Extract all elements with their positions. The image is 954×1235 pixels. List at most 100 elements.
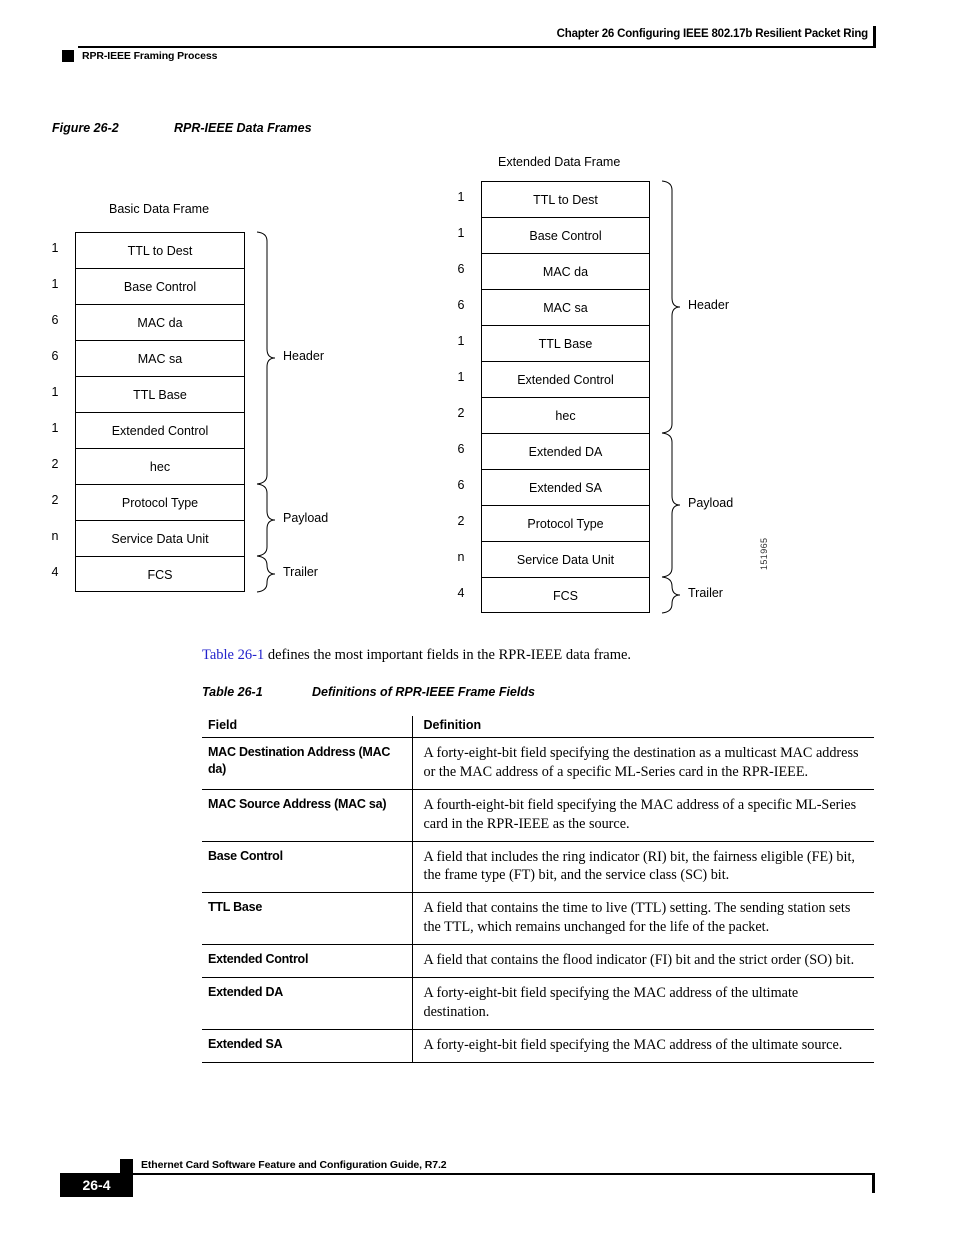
- page-number-badge: 26-4: [60, 1173, 133, 1197]
- frame-field-label: MAC sa: [137, 351, 183, 366]
- frame-field-row: Base Control: [482, 218, 649, 254]
- frame-field-size: 1: [51, 421, 59, 435]
- frame-field-size: 2: [457, 514, 465, 528]
- frame-field-label: TTL Base: [133, 387, 187, 402]
- frame-group-label: Header: [688, 298, 729, 312]
- frame-field-row: Service Data Unit: [482, 542, 649, 578]
- frame-field-row: TTL Base: [76, 377, 244, 413]
- table-cell-field: Extended DA: [202, 977, 412, 1030]
- frame-field-size: 4: [51, 565, 59, 579]
- table-cell-definition: A field that contains the time to live (…: [411, 892, 874, 945]
- basic-frame-box: TTL to Dest Base Control MAC da MAC sa TTL B…: [75, 232, 245, 592]
- footer-rule-end-tick: [872, 1173, 875, 1193]
- figure-id-number: 151965: [759, 537, 769, 570]
- table-cell-definition: A forty-eight-bit field specifying the M…: [411, 1029, 874, 1063]
- table-row: TTL Base A field that contains the time t…: [202, 892, 874, 945]
- column-header-field: Field: [202, 716, 412, 738]
- table-row: Extended DA A forty-eight-bit field speci…: [202, 977, 874, 1030]
- frame-field-row: MAC da: [76, 305, 244, 341]
- frame-field-row: Extended SA: [482, 470, 649, 506]
- table-row: Base Control A field that includes the ri…: [202, 841, 874, 894]
- frame-field-size: 6: [457, 478, 465, 492]
- frame-field-size: 1: [51, 277, 59, 291]
- table-caption: Table 26-1 Definitions of RPR-IEEE Frame …: [202, 685, 535, 699]
- table-cell-definition: A field that includes the ring indicator…: [411, 841, 874, 894]
- intro-sentence: Table 26-1 defines the most important fi…: [202, 647, 631, 664]
- frame-field-label: TTL to Dest: [127, 243, 193, 258]
- table-cell-field: MAC Source Address (MAC sa): [202, 789, 412, 842]
- frame-field-size: 1: [457, 334, 465, 348]
- table-cell-definition: A forty-eight-bit field specifying the M…: [411, 977, 874, 1030]
- group-brace-icon: [661, 180, 681, 434]
- group-brace-icon: [256, 231, 276, 485]
- frame-field-row: TTL to Dest: [76, 233, 244, 269]
- frame-field-row: MAC sa: [76, 341, 244, 377]
- frame-field-label: FCS: [147, 568, 173, 582]
- frame-field-row: Extended Control: [76, 413, 244, 449]
- group-brace-icon: [256, 555, 276, 593]
- frame-field-row: TTL Base: [482, 326, 649, 362]
- frame-field-row: Base Control: [76, 269, 244, 305]
- frame-field-row: Extended DA: [482, 434, 649, 470]
- table-row: MAC Destination Address (MAC da) A forty-…: [202, 737, 874, 790]
- frame-group-label: Payload: [283, 511, 329, 525]
- frame-field-row: MAC da: [482, 254, 649, 290]
- frame-field-size: 2: [51, 457, 59, 471]
- frame-field-label: TTL to Dest: [533, 192, 598, 207]
- table-row: Extended SA A forty-eight-bit field speci…: [202, 1029, 874, 1063]
- page-footer: Ethernet Card Software Feature and Confi…: [0, 1148, 954, 1208]
- frame-field-row: hec: [76, 449, 244, 485]
- frame-group-label: Header: [283, 349, 324, 363]
- group-brace-icon: [661, 432, 681, 578]
- frame-field-label: hec: [555, 408, 576, 423]
- frame-field-row: Service Data Unit: [76, 521, 244, 557]
- table-header-row: Field Definition: [202, 716, 874, 738]
- table-cell-definition: A field that contains the flood indicato…: [411, 944, 874, 978]
- table-cell-field: Extended Control: [202, 944, 412, 978]
- frame-field-row: Protocol Type: [482, 506, 649, 542]
- footer-marker-square: [120, 1159, 133, 1173]
- frame-field-row: MAC sa: [482, 290, 649, 326]
- frame-field-label: Extended SA: [529, 480, 602, 495]
- table-row: Extended Control A field that contains th…: [202, 944, 874, 978]
- frame-field-label: hec: [149, 459, 171, 474]
- frame-field-size: 6: [51, 313, 59, 327]
- group-brace-icon: [661, 576, 681, 614]
- frame-field-size: 1: [457, 226, 465, 240]
- frame-field-label: MAC sa: [543, 300, 588, 315]
- group-brace-icon: [256, 483, 276, 557]
- table-body: MAC Destination Address (MAC da) A forty-…: [202, 737, 874, 1063]
- frame-field-label: TTL Base: [538, 336, 593, 351]
- frame-field-label: Service Data Unit: [516, 552, 615, 567]
- frame-field-label: MAC da: [542, 264, 589, 279]
- table-caption-title: Definitions of RPR-IEEE Frame Fields: [312, 685, 535, 699]
- footer-rule: [78, 1173, 875, 1175]
- frame-field-label: Base Control: [123, 279, 197, 294]
- table-row: MAC Source Address (MAC sa) A fourth-eigh…: [202, 789, 874, 842]
- frame-field-size: 6: [457, 262, 465, 276]
- frame-field-size: n: [51, 529, 59, 543]
- table-cell-definition: A forty-eight-bit field specifying the d…: [411, 737, 874, 790]
- intro-sentence-rest: defines the most important fields in the…: [264, 647, 632, 663]
- column-header-definition: Definition: [411, 716, 874, 738]
- table-cross-reference-link[interactable]: Table 26-1: [202, 647, 264, 663]
- footer-guide-title: Ethernet Card Software Feature and Confi…: [141, 1159, 447, 1171]
- extended-frame-title: Extended Data Frame: [498, 155, 621, 169]
- frame-field-size: 6: [51, 349, 59, 363]
- figure-rpr-ieee-data-frames: Basic Data Frame TTL to Dest Base Control…: [0, 0, 954, 640]
- frame-field-label: Base Control: [529, 228, 602, 243]
- frame-field-size: 4: [457, 586, 465, 600]
- frame-field-size: 1: [51, 241, 59, 255]
- frame-field-row: hec: [482, 398, 649, 434]
- frame-group-label: Trailer: [283, 565, 318, 579]
- frame-field-label: Protocol Type: [121, 495, 199, 510]
- frame-field-label: Extended DA: [528, 444, 603, 459]
- frame-field-size: 1: [457, 190, 465, 204]
- frame-field-label: Extended Control: [517, 372, 614, 387]
- frame-field-row: Extended Control: [482, 362, 649, 398]
- frame-field-label: Extended Control: [111, 423, 209, 438]
- frame-field-size: 2: [457, 406, 465, 420]
- frame-group-label: Trailer: [688, 586, 723, 600]
- table-cell-field: Base Control: [202, 841, 412, 894]
- frame-field-row: FCS: [76, 557, 244, 593]
